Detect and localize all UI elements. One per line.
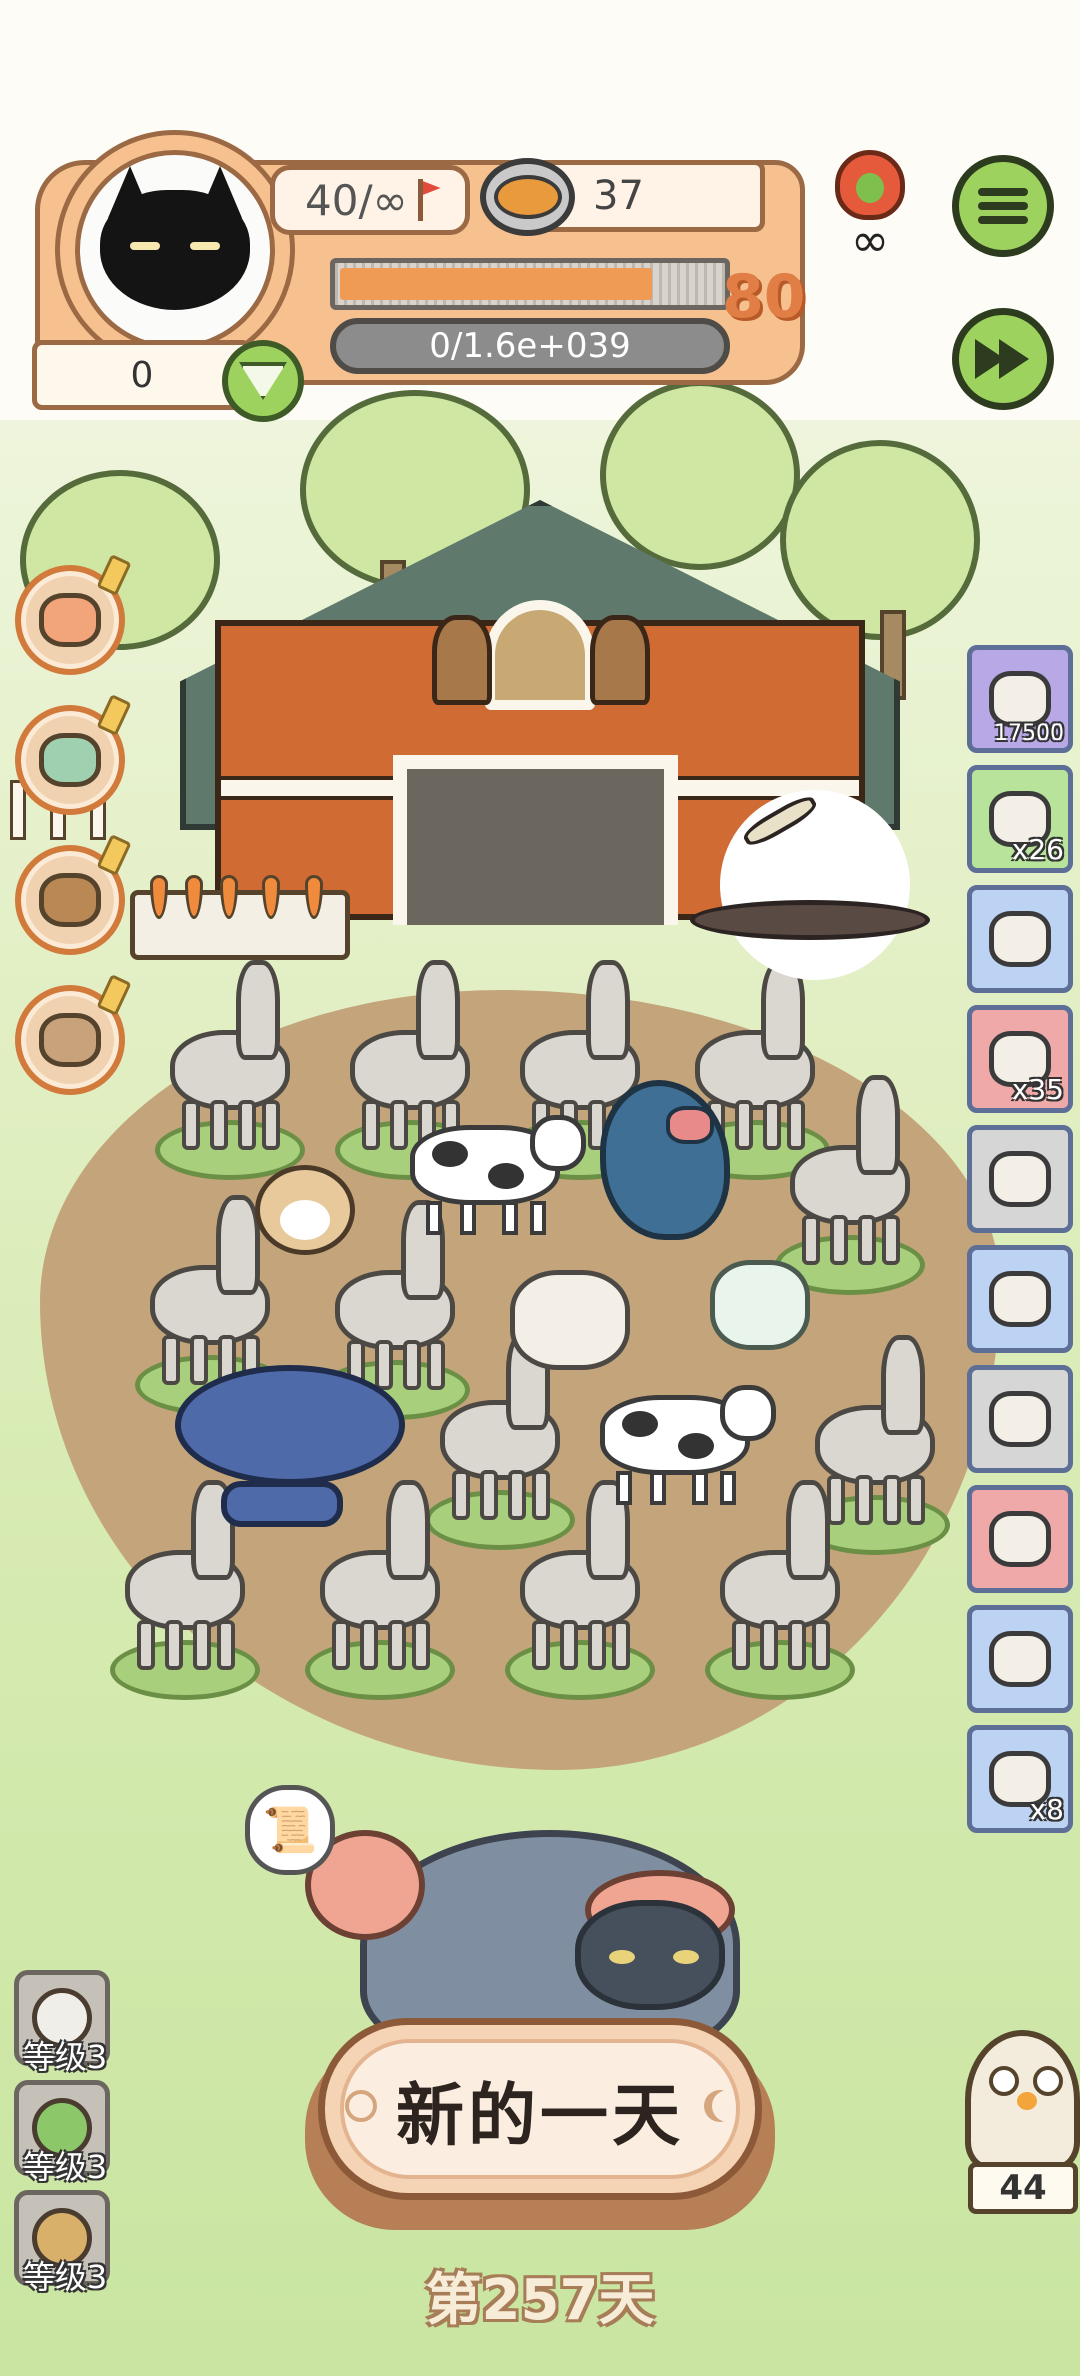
bone-jar-icon xyxy=(989,1511,1051,1567)
spirit-deer[interactable] xyxy=(710,1260,810,1350)
flame-icon xyxy=(835,150,905,220)
alpaca[interactable] xyxy=(520,1480,640,1670)
level-label: 等级3 xyxy=(22,2148,108,2186)
inventory-slot[interactable] xyxy=(967,1245,1073,1353)
moon-icon xyxy=(712,2090,744,2122)
item-count: 17500 xyxy=(994,721,1064,746)
experience-bar: 0/1.6e+039 xyxy=(330,318,730,374)
avatar[interactable] xyxy=(75,150,275,350)
satchel-icon xyxy=(39,873,101,927)
infinity-label: ∞ xyxy=(850,213,890,267)
food-value: 37 xyxy=(593,173,644,219)
barn-loft-window xyxy=(485,600,595,710)
owl-icon[interactable] xyxy=(965,2030,1080,2170)
experience-value: 0/1.6e+039 xyxy=(429,326,631,366)
food-bowl-icon xyxy=(480,158,575,236)
fast-forward-icon xyxy=(975,339,1031,379)
stamina-value: 40/∞ xyxy=(305,175,408,225)
hamster[interactable] xyxy=(255,1165,355,1255)
funnel-icon xyxy=(989,1151,1051,1207)
cow[interactable] xyxy=(410,1115,586,1235)
cow[interactable] xyxy=(600,1385,776,1505)
barn-shutter xyxy=(590,615,650,705)
day-counter: 第257天 xyxy=(425,2268,655,2333)
item-count: x8 xyxy=(1029,1793,1064,1826)
level-progress-bar xyxy=(330,258,730,310)
cat-face xyxy=(575,1900,725,2010)
new-day-label: 新的一天 xyxy=(340,2039,740,2179)
inventory-slot[interactable] xyxy=(967,1605,1073,1713)
flag-icon xyxy=(414,177,442,223)
level-progress-fill xyxy=(340,268,652,300)
inventory-slot[interactable] xyxy=(967,1365,1073,1473)
pterosaur[interactable] xyxy=(690,790,930,980)
level-label: 等级3 xyxy=(22,2258,108,2296)
left-menu-button[interactable] xyxy=(15,834,132,955)
inventory-slot[interactable]: x8 xyxy=(967,1725,1073,1833)
inventory-slot[interactable]: x26 xyxy=(967,765,1073,873)
straw-hut-icon xyxy=(989,911,1051,967)
tree xyxy=(600,380,800,570)
new-day-button[interactable]: 新的一天 xyxy=(318,2018,762,2200)
stamina-counter: 40/∞ xyxy=(270,165,470,235)
box-icon xyxy=(39,1013,101,1067)
goldfish-icon xyxy=(39,593,101,647)
barn-door[interactable] xyxy=(393,755,678,925)
goat[interactable] xyxy=(510,1270,630,1370)
alpaca[interactable] xyxy=(720,1480,840,1670)
left-menu-button[interactable] xyxy=(15,974,132,1095)
coin-counter: 0 xyxy=(32,340,252,410)
inventory-slot[interactable] xyxy=(967,1125,1073,1233)
inventory-slot[interactable] xyxy=(967,885,1073,993)
barn-shutter xyxy=(432,615,492,705)
menu-icon xyxy=(978,188,1028,224)
item-count: x26 xyxy=(1011,833,1064,866)
sheep-plate-icon xyxy=(989,1271,1051,1327)
heart-icon[interactable] xyxy=(222,340,304,422)
menu-button[interactable] xyxy=(952,155,1054,257)
flame-button[interactable]: ∞ xyxy=(820,150,920,267)
level-number: 80 xyxy=(722,262,806,332)
level-label: 等级3 xyxy=(22,2038,108,2076)
alpaca[interactable] xyxy=(790,1075,910,1265)
left-menu-button[interactable] xyxy=(15,554,132,675)
alpaca[interactable] xyxy=(150,1195,270,1385)
game-screen: 📜 44 40/∞ 37 80 0/1.6e+039 0 ∞ 17500 x26… xyxy=(0,0,1080,2376)
item-count: x35 xyxy=(1011,1073,1064,1106)
ball-icon xyxy=(39,733,101,787)
black-cat-icon xyxy=(100,190,250,310)
horn-icon xyxy=(989,1391,1051,1447)
wool-wig-icon xyxy=(989,1631,1051,1687)
plesiosaur[interactable] xyxy=(175,1365,405,1527)
left-menu-button[interactable] xyxy=(15,694,132,815)
alpaca[interactable] xyxy=(170,960,290,1150)
inventory-slot[interactable]: 17500 xyxy=(967,645,1073,753)
inventory-slot[interactable]: x35 xyxy=(967,1005,1073,1113)
certificate-icon[interactable]: 📜 xyxy=(245,1785,335,1875)
sun-icon xyxy=(345,2090,377,2122)
inventory-slot[interactable] xyxy=(967,1485,1073,1593)
fast-forward-button[interactable] xyxy=(952,308,1054,410)
film-reel-icon xyxy=(989,671,1051,727)
owl-count: 44 xyxy=(968,2162,1078,2214)
coin-value: 0 xyxy=(130,354,154,396)
